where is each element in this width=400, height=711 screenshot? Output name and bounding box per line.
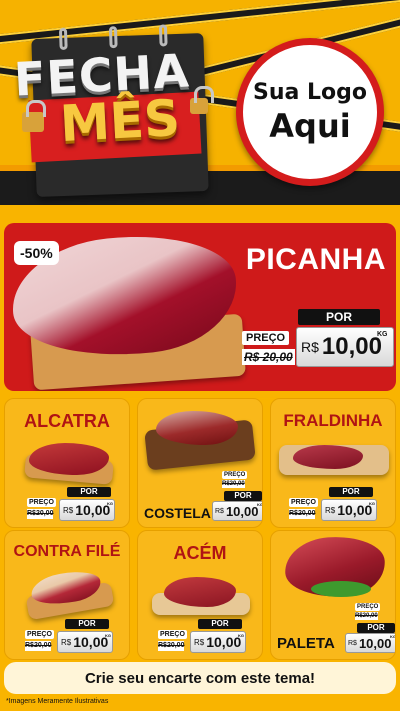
currency-symbol: R$ bbox=[325, 505, 336, 515]
product-name: ALCATRA bbox=[24, 411, 110, 431]
por-label: POR bbox=[198, 619, 242, 629]
new-price-box: R$ 10,00 bbox=[212, 501, 262, 521]
featured-product-card: -50% PICANHA POR PREÇO R$ 20,00 R$ 10,00… bbox=[4, 223, 396, 391]
calendar-ring-icon bbox=[58, 27, 68, 51]
product-card-costela: PREÇO R$20,00 POR R$ 10,00 KG COSTELA bbox=[137, 398, 263, 528]
product-card-contra-file: CONTRA FILÉ POR PREÇO R$20,00 R$ 10,00 K… bbox=[4, 530, 130, 660]
disclaimer-text: *Imagens Meramente Ilustrativas bbox=[6, 698, 109, 705]
currency-symbol: R$ bbox=[61, 637, 72, 647]
price-tag: POR PREÇO R$20,00 R$ 10,00 KG bbox=[25, 619, 115, 655]
currency-symbol: R$ bbox=[194, 637, 205, 647]
cta-banner[interactable]: Crie seu encarte com este tema! bbox=[4, 662, 396, 694]
price-tag: PREÇO R$20,00 POR R$ 10,00 KG bbox=[345, 603, 396, 653]
preco-label: PREÇO bbox=[27, 498, 56, 507]
product-image bbox=[156, 411, 238, 445]
price-tag: POR PREÇO R$20,00 R$ 10,00 KG bbox=[289, 487, 379, 523]
calendar-ring-icon bbox=[158, 24, 168, 47]
product-name: ACÉM bbox=[173, 543, 227, 563]
currency-symbol: R$ bbox=[215, 507, 224, 515]
new-price: 10,00 bbox=[206, 634, 242, 650]
por-label: POR bbox=[65, 619, 109, 629]
por-label: POR bbox=[224, 491, 262, 501]
unit-label: KG bbox=[390, 634, 396, 639]
unit-label: KG bbox=[238, 633, 244, 638]
featured-title: PICANHA bbox=[245, 243, 386, 276]
old-price: R$20,00 bbox=[27, 509, 54, 519]
logo-text-line1: Sua Logo bbox=[252, 79, 367, 105]
currency-symbol: R$ bbox=[301, 339, 319, 355]
product-name: PALETA bbox=[277, 635, 335, 652]
por-label: POR bbox=[357, 623, 395, 633]
por-label: POR bbox=[298, 309, 380, 325]
logo-placeholder: Sua Logo Aqui bbox=[236, 38, 384, 186]
old-price: R$20,00 bbox=[355, 612, 378, 620]
logo-text-line2: Aqui bbox=[269, 106, 351, 145]
product-name: FRALDINHA bbox=[283, 411, 383, 430]
herb-garnish bbox=[311, 581, 371, 597]
product-card-acem: ACÉM POR PREÇO R$20,00 R$ 10,00 KG bbox=[137, 530, 263, 660]
unit-label: KG bbox=[377, 331, 388, 338]
old-price: R$20,00 bbox=[289, 509, 316, 519]
new-price: 10,00 bbox=[75, 502, 111, 518]
product-image bbox=[164, 577, 236, 607]
calendar-ring-icon bbox=[108, 26, 118, 49]
preco-label: PREÇO bbox=[355, 603, 381, 611]
por-label: POR bbox=[67, 487, 111, 497]
product-image bbox=[29, 443, 109, 475]
new-price: 10,00 bbox=[321, 333, 382, 360]
currency-symbol: R$ bbox=[63, 505, 74, 515]
old-price: R$20,00 bbox=[222, 480, 245, 488]
new-price: 10,00 bbox=[337, 502, 373, 518]
new-price-box: R$ 10,00 bbox=[345, 633, 395, 653]
padlock-icon bbox=[190, 86, 214, 114]
unit-label: KG bbox=[105, 633, 111, 638]
discount-badge: -50% bbox=[14, 241, 59, 265]
por-label: POR bbox=[329, 487, 373, 497]
header-banner: FECHA MÊS Sua Logo Aqui bbox=[0, 0, 400, 205]
product-card-fraldinha: FRALDINHA POR PREÇO R$20,00 R$ 10,00 KG bbox=[270, 398, 396, 528]
price-tag: POR PREÇO R$20,00 R$ 10,00 KG bbox=[27, 487, 117, 523]
unit-label: KG bbox=[369, 501, 375, 506]
product-card-alcatra: ALCATRA POR PREÇO R$20,00 R$ 10,00 KG bbox=[4, 398, 130, 528]
new-price: 10,00 bbox=[73, 634, 109, 650]
preco-label: PREÇO bbox=[158, 630, 187, 639]
old-price: R$20,00 bbox=[25, 641, 52, 651]
old-price: R$ 20,00 bbox=[242, 349, 295, 365]
padlock-icon bbox=[22, 100, 46, 132]
unit-label: KG bbox=[107, 501, 113, 506]
old-price: R$20,00 bbox=[158, 641, 185, 651]
product-name: COSTELA bbox=[144, 505, 211, 521]
preco-label: PREÇO bbox=[242, 331, 290, 345]
price-tag: POR PREÇO R$ 20,00 R$ 10,00 KG bbox=[240, 309, 394, 371]
preco-label: PREÇO bbox=[222, 471, 248, 479]
product-card-paleta: PREÇO R$20,00 POR R$ 10,00 KG PALETA bbox=[270, 530, 396, 660]
new-price: 10,00 bbox=[358, 635, 392, 651]
price-tag: POR PREÇO R$20,00 R$ 10,00 KG bbox=[158, 619, 248, 655]
unit-label: KG bbox=[257, 502, 263, 507]
product-image bbox=[293, 445, 363, 469]
preco-label: PREÇO bbox=[289, 498, 318, 507]
title-mes: MÊS bbox=[58, 88, 182, 154]
new-price: 10,00 bbox=[225, 503, 259, 519]
product-name: CONTRA FILÉ bbox=[13, 543, 121, 560]
price-tag: PREÇO R$20,00 POR R$ 10,00 KG bbox=[212, 471, 263, 521]
currency-symbol: R$ bbox=[348, 639, 357, 647]
preco-label: PREÇO bbox=[25, 630, 54, 639]
